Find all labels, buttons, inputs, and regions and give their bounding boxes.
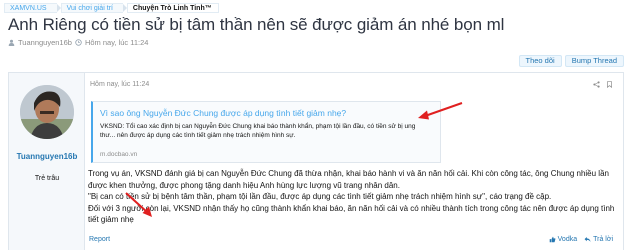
post-user-title: Trẻ trâu xyxy=(34,175,60,182)
avatar-image xyxy=(20,85,74,139)
like-button[interactable]: Vodka xyxy=(549,236,577,243)
link-card-description: VKSND: Tổi cao xác định bị can Nguyễn Đứ… xyxy=(100,123,416,139)
post-paragraph: Trong vụ án, VKSND đánh giá bị can Nguyễ… xyxy=(88,169,609,190)
post-username[interactable]: Tuannguyen16b xyxy=(9,152,85,162)
post: Tuannguyen16b Trẻ trâu Hôm nay, lúc 11:2… xyxy=(8,72,624,250)
bump-thread-button[interactable]: Bump Thread xyxy=(564,55,624,67)
post-paragraph: Đối với 3 người còn lại, VKSND nhận thấy… xyxy=(88,203,615,225)
breadcrumb-item-forum[interactable]: Chuyện Trò Linh Tinh™ xyxy=(126,3,219,13)
post-date[interactable]: Hôm nay, lúc 11:24 xyxy=(90,81,149,88)
post-body: Trong vụ án, VKSND đánh giá bị can Nguyễ… xyxy=(88,168,618,226)
breadcrumb-item-entertainment[interactable]: Vui chơi giải trí xyxy=(60,3,123,13)
breadcrumb: XAMVN.US Vui chơi giải trí Chuyện Trò Li… xyxy=(4,2,219,14)
reply-button[interactable]: Trả lời xyxy=(584,236,613,243)
post-paragraph: "Bị can có tiền sử bị bệnh tâm thần, phạ… xyxy=(88,192,552,201)
share-icon[interactable] xyxy=(593,81,600,88)
breadcrumb-item-home[interactable]: XAMVN.US xyxy=(4,3,57,13)
like-label: Vodka xyxy=(557,236,578,243)
thread-title: Anh Riêng có tiền sử bị tâm thần nên sẽ … xyxy=(8,15,505,34)
watch-button[interactable]: Theo dõi xyxy=(518,55,562,67)
post-footer-actions: Vodka Trả lời xyxy=(549,236,613,243)
reply-icon xyxy=(584,237,591,242)
link-card-title[interactable]: Vì sao ông Nguyễn Đức Chung được áp dụng… xyxy=(100,108,346,118)
thread-meta: Tuannguyen16b Hôm nay, lúc 11:24 xyxy=(8,38,148,47)
thread-author[interactable]: Tuannguyen16b xyxy=(18,38,72,47)
reply-label: Trả lời xyxy=(593,236,613,243)
link-preview-card[interactable]: Vì sao ông Nguyễn Đức Chung được áp dụng… xyxy=(91,101,441,163)
post-user-sidebar: Tuannguyen16b Trẻ trâu xyxy=(9,73,85,250)
thread-date[interactable]: Hôm nay, lúc 11:24 xyxy=(85,38,149,47)
thread-buttons: Theo dõi Bump Thread xyxy=(518,55,624,67)
clock-icon xyxy=(75,39,82,46)
report-link[interactable]: Report xyxy=(89,236,110,243)
bookmark-icon[interactable] xyxy=(606,81,613,88)
avatar[interactable] xyxy=(20,85,74,139)
like-icon xyxy=(549,236,556,243)
post-top-actions xyxy=(593,81,613,88)
link-card-domain: m.docbao.vn xyxy=(100,151,138,158)
user-icon xyxy=(8,39,15,46)
